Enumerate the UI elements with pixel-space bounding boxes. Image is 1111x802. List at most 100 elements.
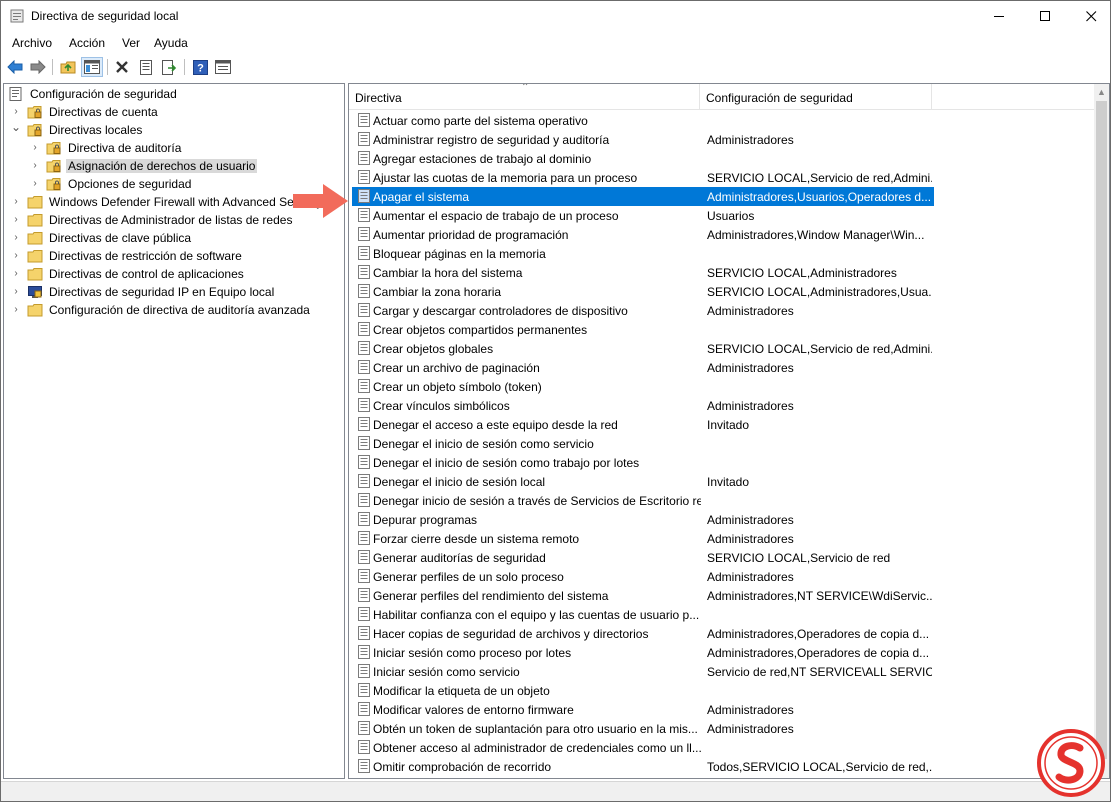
tree-item-directivas-de-control-de-aplicaciones[interactable]: › Directivas de control de aplicaciones: [4, 265, 344, 283]
policy-setting: SERVICIO LOCAL,Administradores: [707, 266, 897, 280]
tree-item-configuracion-de-seguridad[interactable]: Configuración de seguridad: [4, 85, 344, 103]
chevron-right-icon[interactable]: ›: [30, 160, 40, 172]
policy-row[interactable]: Aumentar el espacio de trabajo de un pro…: [352, 206, 934, 225]
policy-icon: [357, 208, 371, 222]
tree-item-directivas-de-restriccion-de-software[interactable]: › Directivas de restricción de software: [4, 247, 344, 265]
export-icon: [162, 59, 177, 75]
policy-row[interactable]: Cargar y descargar controladores de disp…: [352, 301, 934, 320]
policy-name: Crear objetos compartidos permanentes: [373, 323, 588, 337]
tree-item-directivas-locales[interactable]: ⌄ Directivas locales: [4, 121, 344, 139]
scroll-up-icon[interactable]: ▲: [1094, 84, 1109, 101]
tree-item-directivas-de-cuenta[interactable]: › Directivas de cuenta: [4, 103, 344, 121]
policy-name: Modificar valores de entorno firmware: [373, 703, 574, 717]
policy-name: Bloquear páginas en la memoria: [373, 247, 546, 261]
chevron-right-icon[interactable]: ›: [11, 232, 21, 244]
policy-row[interactable]: Crear objetos globales SERVICIO LOCAL,Ser…: [352, 339, 934, 358]
tree-item-directivas-de-seguridad-ip-en-equipo-local[interactable]: › Directivas de seguridad IP en Equipo lo…: [4, 283, 344, 301]
show-hide-tree-button[interactable]: [81, 57, 103, 77]
column-header-configuracion[interactable]: Configuración de seguridad: [706, 91, 853, 105]
properties-button[interactable]: [135, 57, 157, 77]
policy-row[interactable]: Obtén un token de suplantación para otro…: [352, 719, 934, 738]
policy-row[interactable]: Administrar registro de seguridad y audi…: [352, 130, 934, 149]
policy-setting: Administradores: [707, 513, 794, 527]
policy-row[interactable]: Generar perfiles de un solo proceso Admin…: [352, 567, 934, 586]
policy-icon: [357, 607, 371, 621]
policy-row[interactable]: Denegar el inicio de sesión como trabajo…: [352, 453, 934, 472]
policy-row[interactable]: Bloquear páginas en la memoria: [352, 244, 934, 263]
policy-row[interactable]: Forzar cierre desde un sistema remoto Adm…: [352, 529, 934, 548]
tree-item-configuracion-de-directiva-de-auditoria-avanzada[interactable]: › Configuración de directiva de auditoría…: [4, 301, 344, 319]
policy-row[interactable]: Generar auditorías de seguridad SERVICIO …: [352, 548, 934, 567]
policy-row[interactable]: Modificar la etiqueta de un objeto: [352, 681, 934, 700]
tree-item-directivas-de-clave-publica[interactable]: › Directivas de clave pública: [4, 229, 344, 247]
policy-row[interactable]: Habilitar confianza con el equipo y las …: [352, 605, 934, 624]
tree-item-label: Directivas de restricción de software: [49, 249, 242, 263]
back-button[interactable]: [4, 57, 26, 77]
policy-row[interactable]: Ajustar las cuotas de la memoria para un…: [352, 168, 934, 187]
chevron-right-icon[interactable]: ›: [11, 106, 21, 118]
policy-row[interactable]: Crear vínculos simbólicos Administradores: [352, 396, 934, 415]
policy-icon: [357, 550, 371, 564]
policy-row[interactable]: Generar perfiles del rendimiento del sis…: [352, 586, 934, 605]
chevron-right-icon[interactable]: ›: [11, 214, 21, 226]
policy-row[interactable]: Obtener acceso al administrador de crede…: [352, 738, 934, 757]
menu-ver[interactable]: Ver: [122, 36, 140, 50]
tree-item-label: Directivas de clave pública: [49, 231, 192, 245]
up-level-button[interactable]: [57, 57, 79, 77]
menu-archivo[interactable]: Archivo: [12, 36, 52, 50]
policy-row[interactable]: Denegar inicio de sesión a través de Ser…: [352, 491, 934, 510]
policy-row[interactable]: Iniciar sesión como servicio Servicio de …: [352, 662, 934, 681]
site-logo-icon: [1037, 729, 1105, 797]
policy-row[interactable]: Cambiar la zona horaria SERVICIO LOCAL,Ad…: [352, 282, 934, 301]
maximize-button[interactable]: [1022, 1, 1068, 31]
chevron-right-icon[interactable]: ›: [11, 250, 21, 262]
menu-accion[interactable]: Acción: [69, 36, 105, 50]
policy-setting: Administradores: [707, 722, 794, 736]
scrollbar-thumb[interactable]: [1096, 101, 1107, 759]
policy-row[interactable]: Crear un objeto símbolo (token): [352, 377, 934, 396]
policy-name: Ajustar las cuotas de la memoria para un…: [373, 171, 638, 185]
policy-row[interactable]: Denegar el inicio de sesión como servici…: [352, 434, 934, 453]
help-button[interactable]: ?: [189, 57, 211, 77]
policy-name: Habilitar confianza con el equipo y las …: [373, 608, 700, 622]
policy-row[interactable]: Actuar como parte del sistema operativo: [352, 111, 934, 130]
chevron-down-icon[interactable]: ⌄: [11, 121, 21, 133]
toolbar: ?: [1, 55, 1110, 80]
policy-row[interactable]: Agregar estaciones de trabajo al dominio: [352, 149, 934, 168]
menu-ayuda[interactable]: Ayuda: [154, 36, 188, 50]
policy-row[interactable]: Depurar programas Administradores: [352, 510, 934, 529]
chevron-right-icon[interactable]: ›: [11, 268, 21, 280]
policy-row[interactable]: Denegar el acceso a este equipo desde la…: [352, 415, 934, 434]
close-button[interactable]: [1068, 1, 1111, 31]
tree-item-asignacion-de-derechos-de-usuario[interactable]: › Asignación de derechos de usuario: [4, 157, 344, 175]
policy-list-pane[interactable]: ⌃ Directiva Configuración de seguridad A…: [348, 83, 1110, 779]
chevron-right-icon[interactable]: ›: [11, 196, 21, 208]
vertical-scrollbar[interactable]: ▲ ▼: [1094, 84, 1109, 778]
policy-row[interactable]: Denegar el inicio de sesión local Invitad…: [352, 472, 934, 491]
column-header-directiva[interactable]: Directiva: [355, 91, 402, 105]
chevron-right-icon[interactable]: ›: [11, 304, 21, 316]
policy-row[interactable]: Crear un archivo de paginación Administra…: [352, 358, 934, 377]
tree-item-directiva-de-auditoria[interactable]: › Directiva de auditoría: [4, 139, 344, 157]
policy-setting: Administradores,Operadores de copia d...: [707, 646, 930, 660]
policy-row[interactable]: Apagar el sistema Administradores,Usuario…: [352, 187, 934, 206]
policy-row[interactable]: Iniciar sesión como proceso por lotes Adm…: [352, 643, 934, 662]
policy-row[interactable]: Cambiar la hora del sistema SERVICIO LOCA…: [352, 263, 934, 282]
policy-row[interactable]: Hacer copias de seguridad de archivos y …: [352, 624, 934, 643]
policy-icon: [357, 113, 371, 127]
policy-icon: [357, 360, 371, 374]
policy-icon: [357, 569, 371, 583]
minimize-button[interactable]: [976, 1, 1022, 31]
policy-row[interactable]: Crear objetos compartidos permanentes: [352, 320, 934, 339]
console-button[interactable]: [212, 57, 234, 77]
forward-button[interactable]: [27, 57, 49, 77]
chevron-right-icon[interactable]: ›: [11, 286, 21, 298]
export-button[interactable]: [158, 57, 180, 77]
status-bar: [1, 781, 1110, 801]
policy-row[interactable]: Modificar valores de entorno firmware Adm…: [352, 700, 934, 719]
policy-row[interactable]: Aumentar prioridad de programación Admini…: [352, 225, 934, 244]
chevron-right-icon[interactable]: ›: [30, 142, 40, 154]
delete-button[interactable]: [111, 57, 133, 77]
policy-row[interactable]: Omitir comprobación de recorrido Todos,SE…: [352, 757, 934, 776]
chevron-right-icon[interactable]: ›: [30, 178, 40, 190]
